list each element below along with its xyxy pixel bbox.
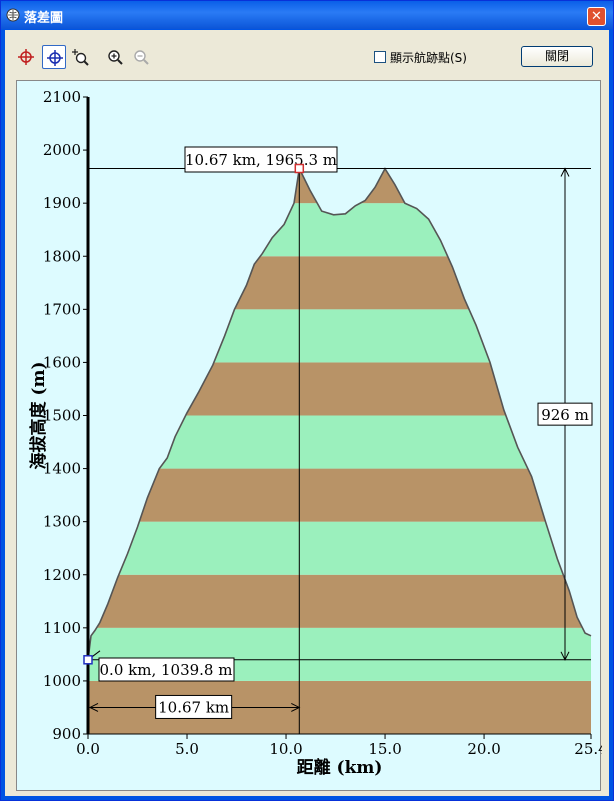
- y-tick-label: 1200: [43, 566, 81, 584]
- peak-callout-label: 10.67 km, 1965.3 m: [185, 151, 337, 169]
- elevation-band: [88, 168, 591, 204]
- select-zoom-tool-button[interactable]: [68, 45, 92, 69]
- x-tick-label: 10.0: [269, 740, 302, 758]
- elevation-band: [88, 309, 591, 363]
- zoom-out-icon: [134, 50, 149, 65]
- height-diff-label: 926 m: [541, 406, 589, 424]
- x-tick-label: 0.0: [76, 740, 100, 758]
- y-tick-label: 1900: [43, 194, 81, 212]
- window-title: 落差圖: [24, 11, 64, 26]
- distance-label: 10.67 km: [158, 698, 229, 716]
- pan-target-icon: [47, 50, 63, 66]
- elevation-band: [88, 468, 591, 522]
- y-tick-label: 1300: [43, 513, 81, 531]
- x-tick-label: 5.0: [175, 740, 199, 758]
- select-zoom-icon: [72, 49, 89, 66]
- start-callout-label: 0.0 km, 1039.8 m: [100, 661, 233, 679]
- x-tick-label: 20.0: [467, 740, 500, 758]
- y-tick-label: 1000: [43, 672, 81, 690]
- elevation-profile-panel[interactable]: 900 1000 1100 1200 1300 1400 1500 1600 1700 1800 1…: [16, 80, 602, 792]
- peak-marker[interactable]: [294, 163, 305, 174]
- show-track-label[interactable]: 顯示航跡點(S): [390, 49, 467, 66]
- app-icon: [6, 8, 20, 22]
- y-tick-label: 2000: [43, 141, 81, 159]
- target-tool-button[interactable]: [14, 45, 38, 69]
- elevation-band: [88, 97, 591, 150]
- elevation-band: [88, 521, 591, 575]
- x-tick-label: 15.0: [368, 740, 401, 758]
- y-tick-label: 1800: [43, 247, 81, 265]
- close-button[interactable]: 關閉: [521, 46, 593, 67]
- y-tick-label: 1700: [43, 300, 81, 318]
- window: 落差圖 ✕ 顯示航跡點(S) 關閉 900 1000 1100 1200 130…: [0, 0, 614, 801]
- elevation-bands: [88, 97, 591, 734]
- zoom-in-tool-button[interactable]: [103, 45, 127, 69]
- elevation-band: [88, 203, 591, 257]
- title-bar[interactable]: 落差圖 ✕: [1, 1, 613, 29]
- show-track-checkbox[interactable]: [374, 51, 386, 63]
- elevation-profile-chart[interactable]: 9001000110012001300140015001600170018001…: [17, 81, 602, 792]
- pan-target-tool-button[interactable]: [42, 45, 66, 69]
- y-tick-label: 1100: [43, 619, 81, 637]
- elevation-band: [88, 574, 591, 628]
- x-axis-label: 距離 (km): [297, 757, 383, 778]
- elevation-band: [88, 362, 591, 416]
- elevation-band: [88, 256, 591, 310]
- start-marker[interactable]: [83, 655, 93, 665]
- x-tick-label: 25.4: [574, 740, 602, 758]
- target-icon: [18, 49, 34, 65]
- y-tick-label: 2100: [43, 88, 81, 106]
- y-axis-label: 海拔高度 (m): [28, 362, 49, 470]
- dialog-body: 顯示航跡點(S) 關閉 900 1000 1100 1200 1300 1400 1500 1…: [5, 30, 609, 796]
- zoom-in-icon: [108, 50, 123, 65]
- window-close-button[interactable]: ✕: [587, 7, 606, 26]
- zoom-out-tool-button[interactable]: [129, 45, 153, 69]
